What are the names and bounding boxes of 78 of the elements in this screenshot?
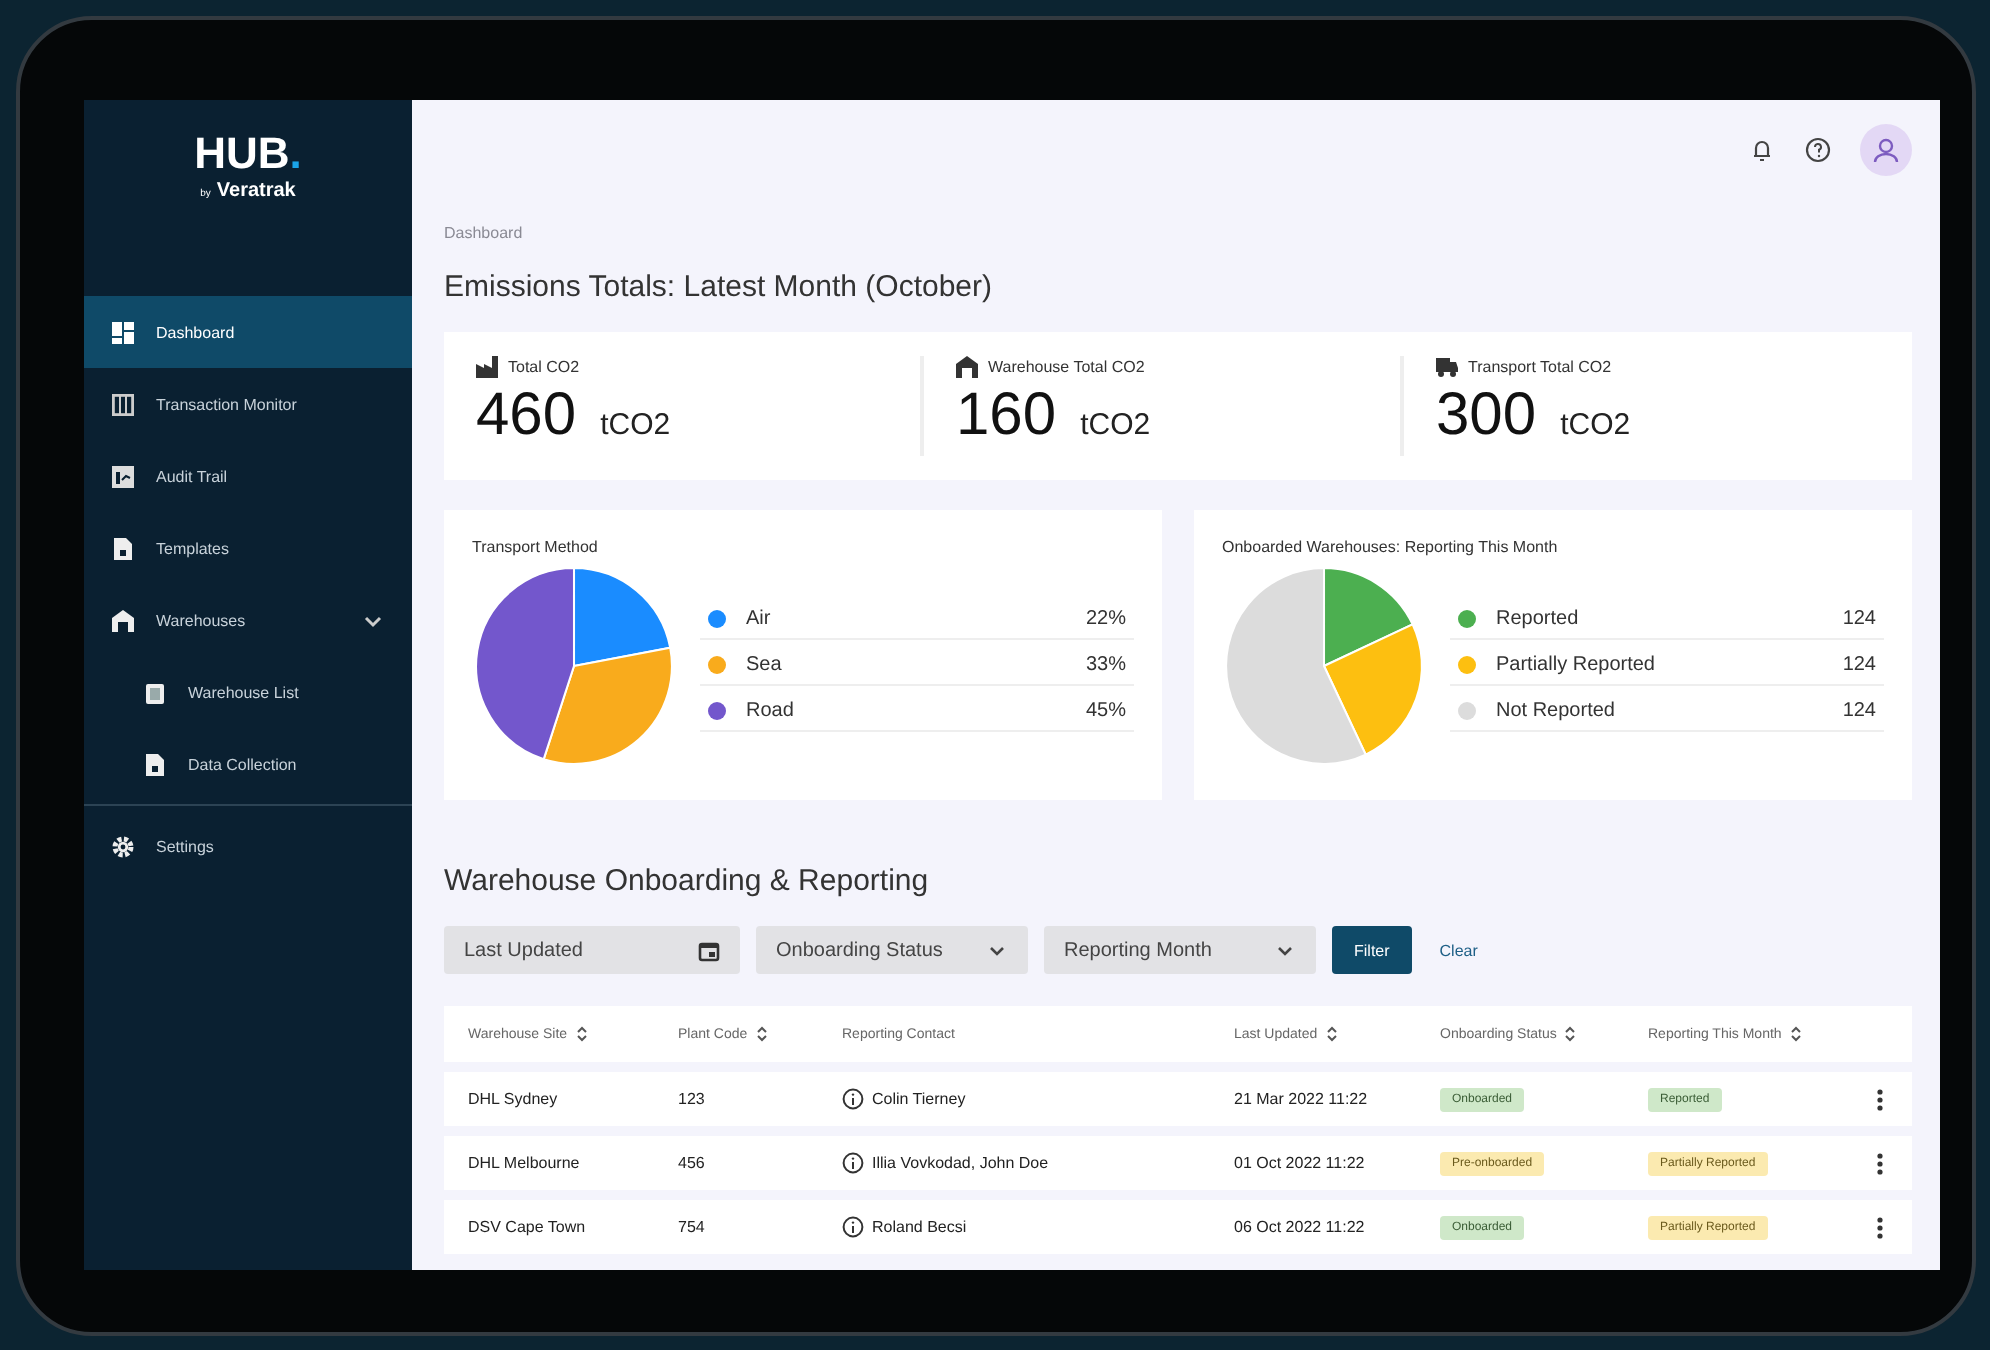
total-unit: tCO2 [1560, 408, 1631, 442]
table-cell-text: DSV Cape Town [468, 1218, 588, 1236]
table-cell-text: 456 [678, 1154, 707, 1172]
total-label: Transport Total CO2 [1468, 358, 1612, 376]
section-title: Warehouse Onboarding & Reporting [444, 864, 931, 898]
legend-value: 22% [1085, 608, 1126, 630]
legend-value: 124 [1842, 700, 1876, 722]
info-icon [842, 1152, 864, 1174]
total-label: Total CO2 [508, 358, 580, 376]
chart-icon [112, 465, 134, 487]
building-icon [144, 681, 166, 703]
notifications-icon[interactable] [1748, 136, 1776, 164]
sort-icon[interactable] [1564, 1024, 1577, 1044]
table-cell-text: 21 Mar 2022 11:22 [1234, 1090, 1370, 1108]
nav-item[interactable]: Warehouses [84, 584, 412, 656]
total-unit: tCO2 [1080, 408, 1151, 442]
table-cell-text: 754 [678, 1218, 707, 1236]
sort-icon[interactable] [755, 1024, 768, 1044]
total-label: Warehouse Total CO2 [988, 358, 1145, 376]
nav-item[interactable]: Data Collection [84, 728, 412, 800]
calendar-icon [698, 939, 720, 961]
document-icon [144, 753, 166, 775]
chart-title: Transport Method [472, 538, 600, 556]
table-cell-text: DHL Sydney [468, 1090, 560, 1108]
table-cell: Colin Tierney [872, 1090, 966, 1108]
info-icon [842, 1216, 864, 1238]
page-title: Emissions Totals: Latest Month (October) [444, 270, 994, 304]
user-icon [1872, 136, 1900, 164]
legend-label: Not Reported [1496, 700, 1615, 722]
nav-item[interactable]: Audit Trail [84, 440, 412, 512]
warehouse-icon [956, 356, 978, 378]
legend-label: Partially Reported [1496, 654, 1655, 676]
more-icon[interactable] [1876, 1087, 1884, 1111]
table-cell-text: DHL Melbourne [468, 1154, 582, 1172]
document-icon [112, 537, 134, 559]
legend-value: 124 [1842, 608, 1876, 630]
info-icon [842, 1088, 864, 1110]
warehouse-icon [112, 609, 134, 631]
nav-item[interactable]: Warehouse List [84, 656, 412, 728]
legend-label: Air [746, 608, 771, 630]
avatar[interactable] [1860, 124, 1912, 176]
nav-item[interactable]: Templates [84, 512, 412, 584]
logo-wordmark: HUB. [194, 128, 302, 180]
total-value: 460 [476, 382, 577, 450]
chart-title: Onboarded Warehouses: Reporting This Month [1222, 538, 1560, 556]
nav-item[interactable]: Settings [84, 810, 412, 882]
table-cell-text: 123 [678, 1090, 707, 1108]
legend-label: Reported [1496, 608, 1579, 630]
help-icon[interactable] [1804, 136, 1832, 164]
date-field[interactable]: Last Updated [444, 926, 740, 974]
dropdown[interactable]: Onboarding Status [756, 926, 1028, 974]
legend-value: 33% [1085, 654, 1126, 676]
truck-icon [1436, 356, 1458, 378]
columns-icon [112, 393, 134, 415]
sort-icon[interactable] [1325, 1024, 1338, 1044]
dropdown[interactable]: Reporting Month [1044, 926, 1316, 974]
legend-label: Road [746, 700, 794, 722]
legend-value: 124 [1842, 654, 1876, 676]
nav-item[interactable]: Dashboard [84, 296, 412, 368]
table-cell: Illia Vovkodad, John Doe [872, 1154, 1049, 1172]
more-icon[interactable] [1876, 1151, 1884, 1175]
table-cell-text: 01 Oct 2022 11:22 [1234, 1154, 1367, 1172]
filter-button[interactable]: Filter [1332, 926, 1412, 974]
legend-label: Sea [746, 654, 782, 676]
more-icon[interactable] [1876, 1215, 1884, 1239]
settings-icon [112, 835, 134, 857]
sort-icon[interactable] [1789, 1024, 1802, 1044]
total-value: 300 [1436, 382, 1537, 450]
total-unit: tCO2 [600, 408, 671, 442]
table-cell: Roland Becsi [872, 1218, 967, 1236]
factory-icon [476, 356, 498, 378]
clear-link[interactable]: Clear [1439, 941, 1478, 959]
dashboard-icon [112, 321, 134, 343]
sort-icon[interactable] [575, 1024, 588, 1044]
table-cell-text: 06 Oct 2022 11:22 [1234, 1218, 1367, 1236]
legend-value: 45% [1085, 700, 1126, 722]
nav-item[interactable]: Transaction Monitor [84, 368, 412, 440]
total-value: 160 [956, 382, 1057, 450]
